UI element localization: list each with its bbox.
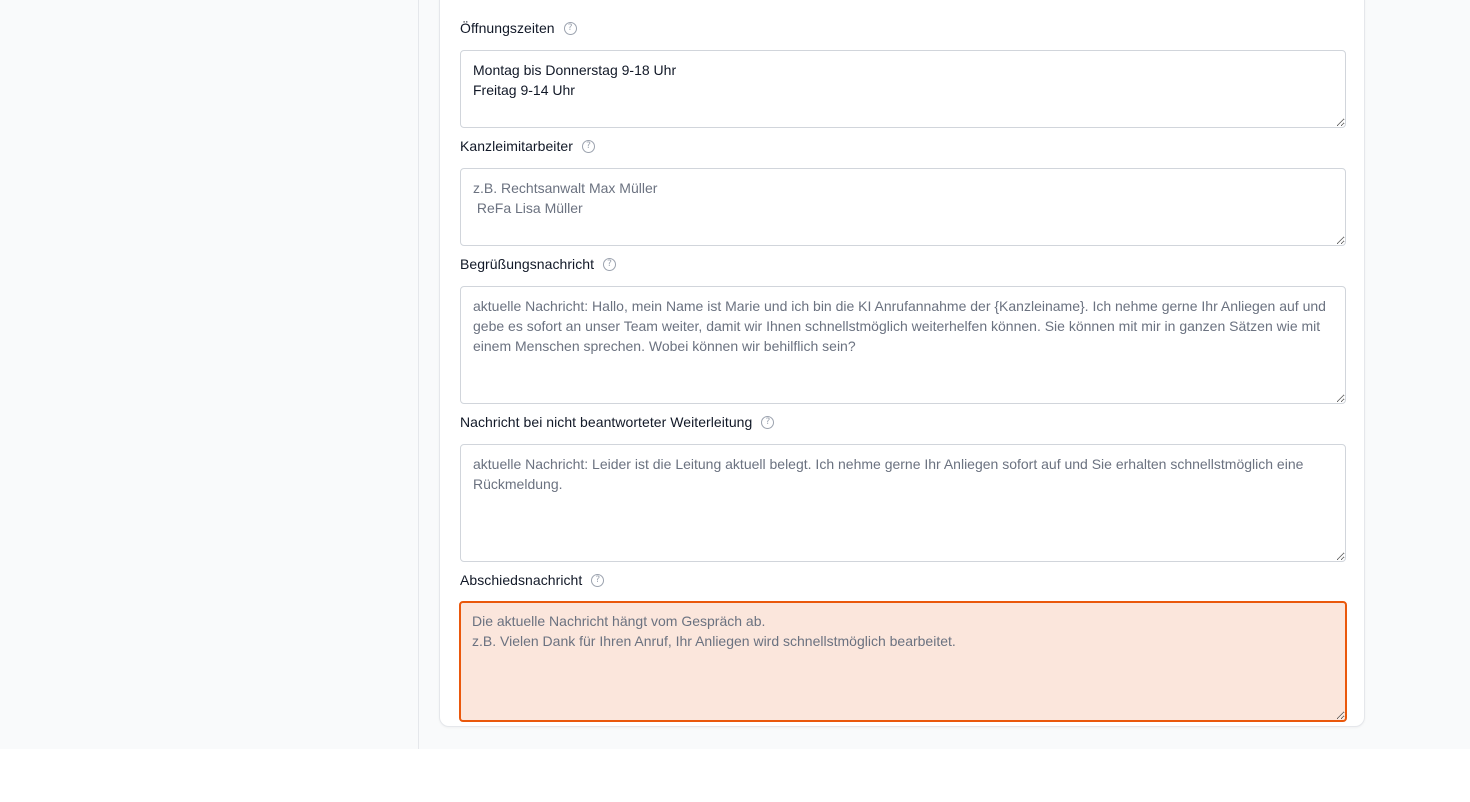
farewell-message-field: Abschiedsnachricht ? [459,570,1347,722]
opening-hours-textarea[interactable] [460,50,1346,128]
help-icon[interactable]: ? [563,21,577,35]
greeting-message-label-row: Begrüßungsnachricht ? [460,254,1346,274]
greeting-message-label: Begrüßungsnachricht [460,256,595,272]
greeting-message-textarea[interactable] [460,286,1346,404]
help-icon[interactable]: ? [581,139,595,153]
greeting-message-field: Begrüßungsnachricht ? [460,254,1346,404]
opening-hours-field: Öffnungszeiten ? [460,18,1346,128]
help-icon[interactable]: ? [761,415,775,429]
unanswered-forward-message-field: Nachricht bei nicht beantworteter Weiter… [460,412,1346,562]
staff-label-row: Kanzleimitarbeiter ? [460,136,1346,156]
unanswered-forward-textarea[interactable] [460,444,1346,562]
farewell-message-label: Abschiedsnachricht [460,572,583,588]
page-footer-space [0,749,1470,802]
help-icon[interactable]: ? [591,573,605,587]
help-icon[interactable]: ? [603,257,617,271]
staff-field: Kanzleimitarbeiter ? [460,136,1346,246]
left-sidebar-panel [0,0,419,749]
opening-hours-label-row: Öffnungszeiten ? [460,18,1346,38]
unanswered-forward-label-row: Nachricht bei nicht beantworteter Weiter… [460,412,1346,432]
staff-label: Kanzleimitarbeiter [460,138,573,154]
unanswered-forward-label: Nachricht bei nicht beantworteter Weiter… [460,414,753,430]
farewell-message-textarea[interactable] [459,601,1347,722]
staff-textarea[interactable] [460,168,1346,246]
farewell-message-label-row: Abschiedsnachricht ? [460,570,1346,590]
page: Öffnungszeiten ? Kanzleimitarbeiter ? Be… [0,0,1470,802]
opening-hours-label: Öffnungszeiten [460,20,555,36]
